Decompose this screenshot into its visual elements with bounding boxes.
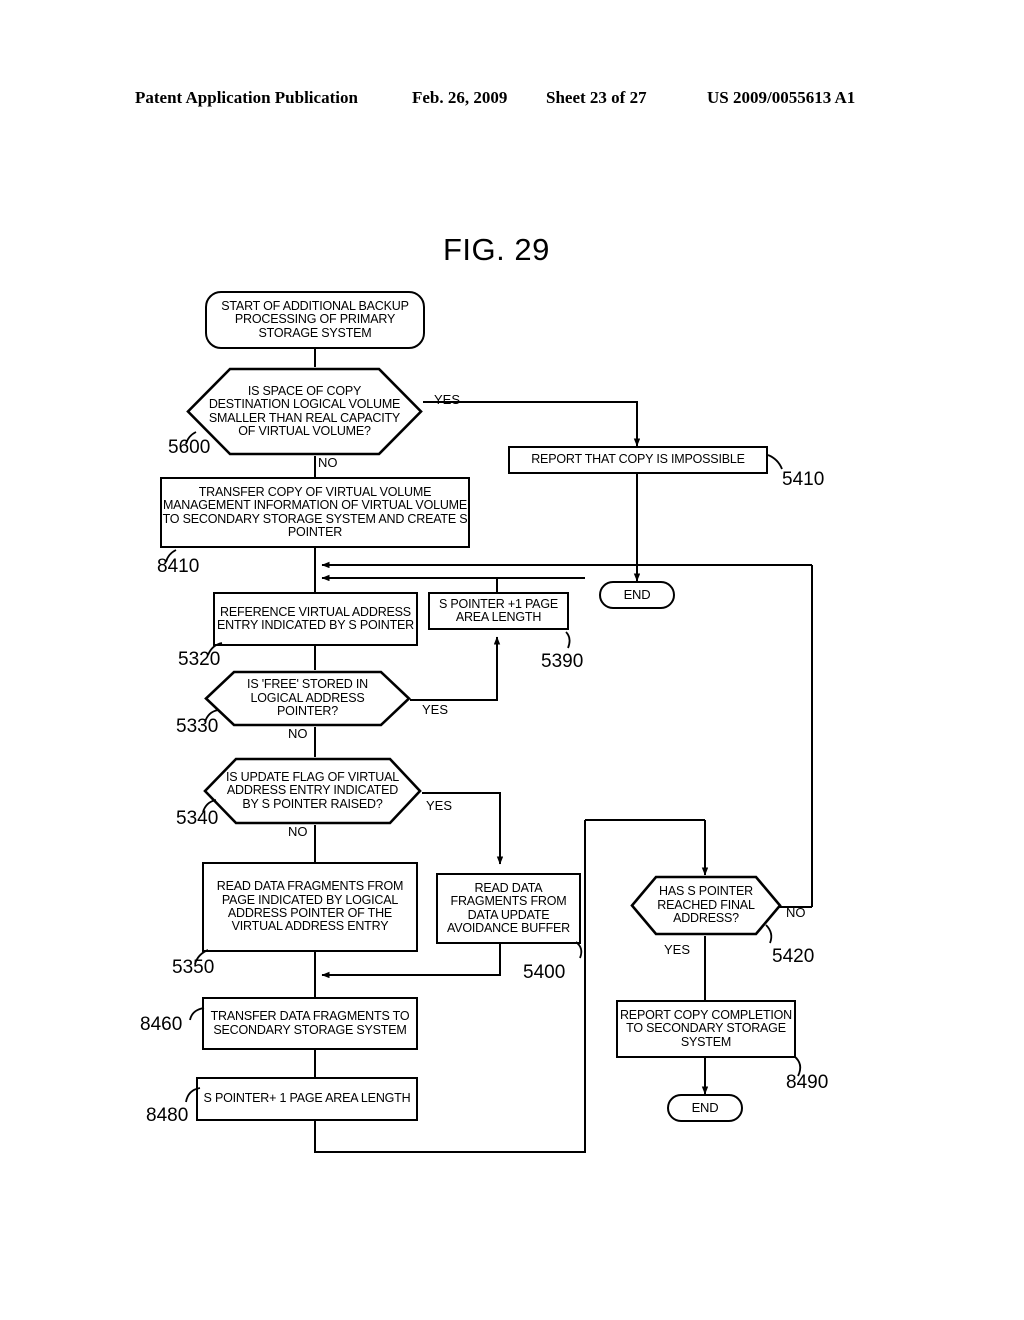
node-decision-5330: IS 'FREE' STORED IN LOGICAL ADDRESS POIN… (204, 670, 411, 727)
header-sheet: Sheet 23 of 27 (546, 88, 647, 107)
edge-label-5420-no: NO (786, 905, 806, 920)
node-process-8410-label: TRANSFER COPY OF VIRTUAL VOLUME MANAGEME… (162, 484, 468, 539)
node-decision-5600: IS SPACE OF COPY DESTINATION LOGICAL VOL… (186, 367, 423, 456)
node-process-8460-label: TRANSFER DATA FRAGMENTS TO SECONDARY STO… (210, 1009, 410, 1037)
node-process-5350: READ DATA FRAGMENTS FROM PAGE INDICATED … (202, 862, 418, 952)
node-end-bottom-label: END (691, 1100, 719, 1116)
node-process-8480: S POINTER+ 1 PAGE AREA LENGTH (196, 1077, 418, 1121)
node-decision-5420: HAS S POINTER REACHED FINAL ADDRESS? (630, 875, 782, 936)
node-process-8490-label: REPORT COPY COMPLETION TO SECONDARY STOR… (619, 1007, 793, 1049)
header-publication: Patent Application Publication (135, 88, 358, 107)
ref-numeral-5420: 5420 (772, 946, 815, 967)
ref-numeral-8490: 8490 (786, 1072, 829, 1093)
edge-label-5330-no: NO (288, 726, 308, 741)
edge-label-5420-yes: YES (664, 942, 691, 957)
node-decision-5420-label: HAS S POINTER REACHED FINAL ADDRESS? (657, 884, 755, 926)
patent-figure-page: Patent Application Publication Feb. 26, … (0, 0, 1024, 1320)
ref-numeral-5320: 5320 (178, 649, 221, 670)
node-end-terminal-top: END (599, 581, 675, 609)
ref-numeral-8460: 8460 (140, 1014, 183, 1035)
node-end-top-label: END (623, 587, 651, 603)
ref-numeral-5410: 5410 (782, 469, 825, 490)
ref-numeral-5340: 5340 (176, 808, 219, 829)
header-patent-number: US 2009/0055613 A1 (707, 88, 856, 107)
header-date: Feb. 26, 2009 (412, 88, 508, 107)
edge-label-5600-yes: YES (434, 392, 461, 407)
node-process-5390-label: S POINTER +1 PAGE AREA LENGTH (439, 596, 558, 624)
node-start-terminal: START OF ADDITIONAL BACKUP PROCESSING OF… (205, 291, 425, 349)
node-process-5400-label: READ DATA FRAGMENTS FROM DATA UPDATE AVO… (447, 880, 570, 935)
node-process-8490: REPORT COPY COMPLETION TO SECONDARY STOR… (616, 1000, 796, 1058)
edge-label-5600-no: NO (318, 455, 338, 470)
node-process-5410-label: REPORT THAT COPY IS IMPOSSIBLE (531, 452, 745, 467)
node-decision-5330-label: IS 'FREE' STORED IN LOGICAL ADDRESS POIN… (247, 677, 368, 719)
node-process-5410: REPORT THAT COPY IS IMPOSSIBLE (508, 446, 768, 474)
ref-numeral-5350: 5350 (172, 957, 215, 978)
node-process-5350-label: READ DATA FRAGMENTS FROM PAGE INDICATED … (216, 879, 404, 934)
ref-numeral-5400: 5400 (523, 962, 566, 983)
ref-numeral-8410: 8410 (157, 556, 200, 577)
node-decision-5340-label: IS UPDATE FLAG OF VIRTUAL ADDRESS ENTRY … (225, 769, 400, 811)
node-process-5320-label: REFERENCE VIRTUAL ADDRESS ENTRY INDICATE… (217, 604, 414, 632)
node-end-terminal-bottom: END (667, 1094, 743, 1122)
node-process-8460: TRANSFER DATA FRAGMENTS TO SECONDARY STO… (202, 997, 418, 1050)
node-process-5320: REFERENCE VIRTUAL ADDRESS ENTRY INDICATE… (213, 592, 418, 646)
edge-label-5340-yes: YES (426, 798, 453, 813)
edge-label-5340-no: NO (288, 824, 308, 839)
ref-numeral-5330: 5330 (176, 716, 219, 737)
node-decision-5340: IS UPDATE FLAG OF VIRTUAL ADDRESS ENTRY … (203, 757, 422, 825)
node-process-5400: READ DATA FRAGMENTS FROM DATA UPDATE AVO… (436, 873, 581, 944)
node-process-8410: TRANSFER COPY OF VIRTUAL VOLUME MANAGEME… (160, 477, 470, 548)
figure-title: FIG. 29 (443, 232, 550, 267)
ref-numeral-5390: 5390 (541, 651, 584, 672)
node-process-5390: S POINTER +1 PAGE AREA LENGTH (428, 592, 569, 630)
node-start-label: START OF ADDITIONAL BACKUP PROCESSING OF… (221, 298, 409, 340)
ref-numeral-8480: 8480 (146, 1105, 189, 1126)
node-decision-5600-label: IS SPACE OF COPY DESTINATION LOGICAL VOL… (208, 383, 401, 438)
edge-label-5330-yes: YES (422, 702, 449, 717)
ref-numeral-5600: 5600 (168, 437, 211, 458)
node-process-8480-label: S POINTER+ 1 PAGE AREA LENGTH (203, 1091, 411, 1106)
